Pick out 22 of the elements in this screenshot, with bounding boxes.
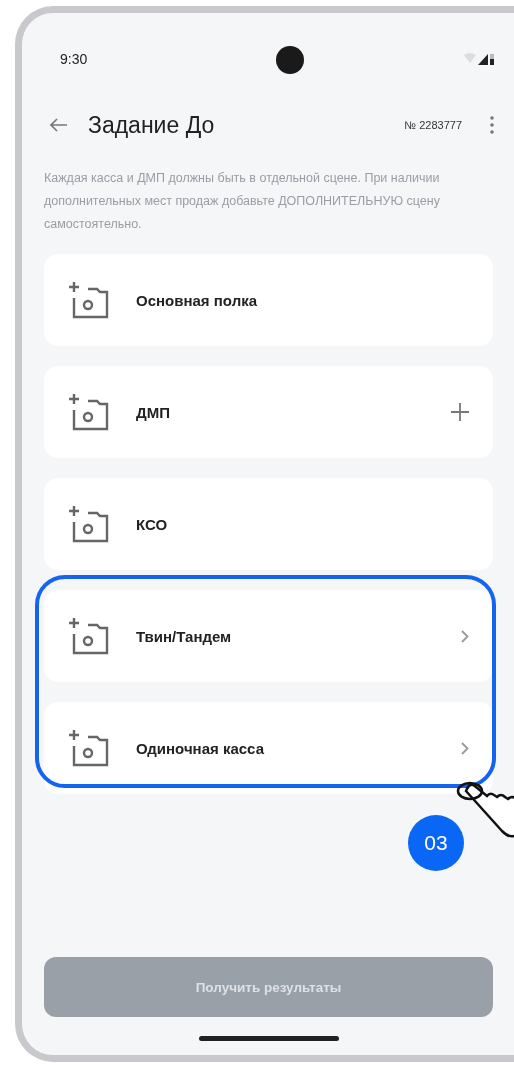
chevron-right-icon (461, 741, 469, 755)
scene-card[interactable]: Основная полка (44, 254, 493, 346)
back-arrow-icon[interactable] (50, 118, 68, 132)
scene-label: ДМП (136, 403, 171, 421)
status-icons (464, 53, 494, 65)
scene-card[interactable]: КСО (44, 478, 493, 570)
screen-title: Задание До (88, 111, 216, 139)
scene-card[interactable]: Одиночная касса (44, 702, 493, 794)
step-badge: 03 (408, 815, 464, 871)
scene-label: КСО (136, 515, 169, 533)
camera-hole (276, 46, 304, 74)
scene-label: Твин/Тандем (136, 627, 233, 645)
scene-card[interactable]: Твин/Тандем (44, 590, 493, 682)
plus-icon[interactable] (451, 403, 469, 421)
status-time: 9:30 (60, 51, 88, 67)
scene-label: Одиночная касса (136, 739, 265, 757)
scene-card[interactable]: ДМП (44, 366, 493, 458)
instruction-text: Каждая касса и ДМП должны быть в отдельной сцене. При наличии дополнительных мест продаж добавьте ДОПОЛНИТЕЛЬНУЮ сцену самостоятельно. (44, 170, 441, 233)
scene-label: Основная полка (136, 291, 258, 309)
more-menu-icon[interactable] (490, 116, 494, 134)
chevron-right-icon (461, 629, 469, 643)
task-number: № 2283777 (404, 119, 462, 131)
